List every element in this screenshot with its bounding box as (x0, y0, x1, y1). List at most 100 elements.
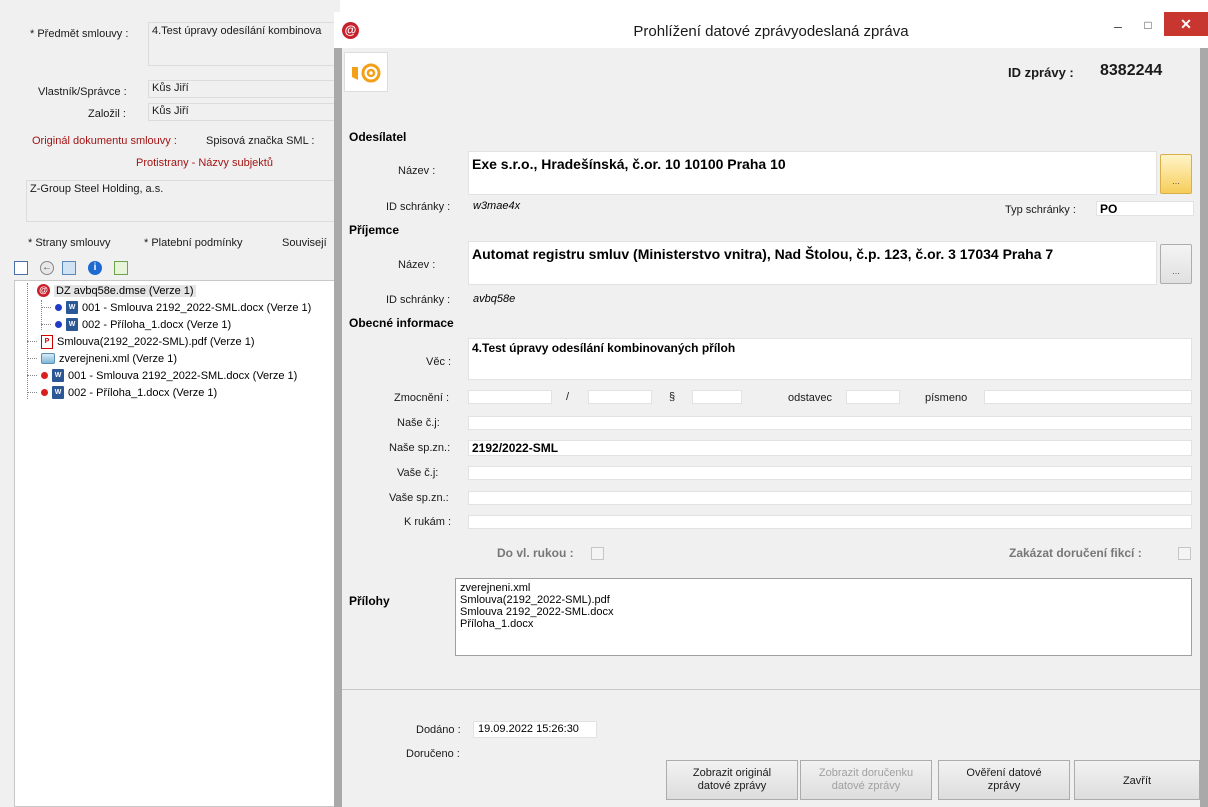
protistrany-field[interactable]: Z-Group Steel Holding, a.s. (26, 180, 340, 222)
authorization-slash: / (566, 391, 570, 403)
section-prilohy: Přílohy (349, 594, 390, 608)
title-bar[interactable]: @ Prohlížení datové zprávyodeslaná zpráv… (334, 12, 1208, 48)
authorization-odstavec-field[interactable] (846, 390, 900, 404)
krukam-field[interactable] (468, 515, 1192, 529)
recipient-name-field[interactable]: Automat registru smluv (Ministerstvo vni… (468, 241, 1157, 285)
authorization-label: Zmocnění : (394, 392, 450, 404)
document-tree[interactable]: @ DZ avbq58e.dmse (Verze 1) W 001 - Smlo… (14, 280, 340, 807)
subject-field[interactable]: 4.Test úpravy odesílání kombinovaných př… (468, 338, 1192, 380)
show-delivery-receipt-button[interactable]: Zobrazit doručenku datové zprávy (800, 760, 932, 800)
mailbox-type-field: PO (1096, 201, 1194, 216)
attachment-item[interactable]: Příloha_1.docx (460, 618, 1187, 630)
zalozil-label: Založil : (88, 108, 126, 120)
dz-message-icon: @ (37, 284, 50, 297)
do-vl-rukou-label: Do vl. rukou : (497, 546, 574, 560)
status-dot-blue (55, 304, 62, 311)
mailbox-type-label: Typ schránky : (1005, 204, 1076, 216)
verify-message-button[interactable]: Ověření datové zprávy (938, 760, 1070, 800)
message-viewer-dialog: @ Prohlížení datové zprávyodeslaná zpráv… (334, 12, 1208, 807)
vlastnik-label: Vlastník/Správce : (38, 86, 127, 98)
krukam-label: K rukám : (404, 516, 452, 528)
sender-id-field: w3mae4x (470, 199, 532, 215)
authorization-paragraph-field[interactable] (692, 390, 742, 404)
sender-name-field[interactable]: Exe s.r.o., Hradešínská, č.or. 10 10100 … (468, 151, 1157, 195)
original-label: Originál dokumentu smlouvy : (32, 135, 177, 147)
minimize-button[interactable]: – (1104, 18, 1132, 38)
button-label-line-1: Zobrazit originál (692, 767, 772, 779)
close-button[interactable]: Zavřít (1074, 760, 1200, 800)
button-label-line-2: datové zprávy (697, 780, 767, 792)
tree-item-label: Smlouva(2192_2022-SML).pdf (Verze 1) (57, 335, 255, 348)
sender-id-label: ID schránky : (386, 201, 451, 213)
tree-item-label: 002 - Příloha_1.docx (Verze 1) (82, 318, 232, 331)
attachment-item[interactable]: Smlouva 2192_2022-SML.docx (460, 606, 1187, 618)
attachment-item[interactable]: Smlouva(2192_2022-SML).pdf (460, 594, 1187, 606)
sender-browse-button[interactable]: ... (1160, 154, 1192, 194)
tree-item-dz[interactable]: @ DZ avbq58e.dmse (Verze 1) (37, 282, 196, 299)
tab-souvisejici[interactable]: Souvisejí (282, 237, 327, 249)
nase-cj-field[interactable] (468, 416, 1192, 430)
authorization-law-field[interactable] (468, 390, 552, 404)
dodano-field: 19.09.2022 15:26:30 (473, 721, 597, 738)
button-label-line-2: zprávy (987, 780, 1021, 792)
do-vl-rukou-checkbox[interactable] (591, 547, 604, 560)
authorization-pismeno-field[interactable] (984, 390, 1192, 404)
info-icon[interactable]: i (88, 261, 102, 275)
tree-item-smlouva-docx[interactable]: W 001 - Smlouva 2192_2022-SML.docx (Verz… (55, 299, 311, 316)
tree-item-zverejneni-xml[interactable]: zverejneni.xml (Verze 1) (41, 350, 177, 367)
dodano-label: Dodáno : (416, 724, 461, 736)
nase-spzn-field[interactable]: 2192/2022-SML (468, 440, 1192, 456)
status-dot-red (41, 372, 48, 379)
footer-separator (342, 689, 1200, 690)
protistrany-label: Protistrany - Názvy subjektů (136, 157, 273, 169)
message-id-value: 8382244 (1100, 62, 1163, 79)
attachments-list[interactable]: zverejneni.xml Smlouva(2192_2022-SML).pd… (455, 578, 1192, 656)
button-label-line-1: Zobrazit doručenku (818, 767, 914, 779)
vase-cj-field[interactable] (468, 466, 1192, 480)
attachment-item[interactable]: zverejneni.xml (460, 582, 1187, 594)
tab-platebni-podminky[interactable]: * Platební podmínky (144, 237, 242, 249)
vase-cj-label: Vaše č.j: (397, 467, 439, 479)
vlastnik-field[interactable]: Kůs Jiří (148, 80, 340, 98)
docx-icon: W (52, 369, 64, 382)
sender-name-label: Název : (398, 165, 436, 177)
tree-item-smlouva-pdf[interactable]: P Smlouva(2192_2022-SML).pdf (Verze 1) (41, 333, 255, 350)
tree-item-priloha-docx-2[interactable]: W 002 - Příloha_1.docx (Verze 1) (41, 384, 217, 401)
predmet-label: * Předmět smlouvy : (30, 28, 129, 40)
recipient-id-field: avbq58e (470, 292, 528, 308)
docx-icon: W (66, 301, 78, 314)
doruceno-label: Doručeno : (406, 748, 460, 760)
tree-item-label: DZ avbq58e.dmse (Verze 1) (54, 284, 196, 297)
recipient-browse-button[interactable]: ... (1160, 244, 1192, 284)
subject-label: Věc : (426, 356, 452, 368)
docx-icon: W (52, 386, 64, 399)
zalozil-field[interactable]: Kůs Jiří (148, 103, 340, 121)
docx-icon: W (66, 318, 78, 331)
maximize-button[interactable]: □ (1134, 18, 1162, 38)
document-refresh-icon[interactable] (62, 261, 76, 275)
export-icon[interactable] (114, 261, 128, 275)
xml-icon (41, 353, 55, 364)
tree-item-label: 001 - Smlouva 2192_2022-SML.docx (Verze … (68, 369, 298, 382)
show-original-message-button[interactable]: Zobrazit originál datové zprávy (666, 760, 798, 800)
data-message-logo-icon (344, 52, 388, 92)
section-odesilatel: Odesílatel (349, 130, 407, 144)
authorization-year-field[interactable] (588, 390, 652, 404)
tab-strany-smlouvy[interactable]: * Strany smlouvy (28, 237, 111, 249)
button-label-line-1: Ověření datové (966, 767, 1042, 779)
tree-item-label: zverejneni.xml (Verze 1) (59, 352, 177, 365)
tree-toolbar: ← i (0, 257, 340, 279)
vase-spzn-field[interactable] (468, 491, 1192, 505)
tree-item-label: 001 - Smlouva 2192_2022-SML.docx (Verze … (82, 301, 312, 314)
tree-item-smlouva-docx-2[interactable]: W 001 - Smlouva 2192_2022-SML.docx (Verz… (41, 367, 297, 384)
predmet-field[interactable]: 4.Test úpravy odesílání kombinova (148, 22, 340, 66)
dialog-content: ID zprávy : 8382244 Odesílatel Název : E… (342, 48, 1200, 807)
close-window-button[interactable]: ✕ (1164, 12, 1208, 36)
zakazat-fikce-checkbox[interactable] (1178, 547, 1191, 560)
back-icon[interactable]: ← (40, 261, 54, 275)
window-title: Prohlížení datové zprávyodeslaná zpráva (633, 23, 909, 40)
nase-cj-label: Naše č.j: (397, 417, 440, 429)
close-button-label: Zavřít (1122, 775, 1152, 787)
list-icon[interactable] (14, 261, 28, 275)
tree-item-priloha-docx[interactable]: W 002 - Příloha_1.docx (Verze 1) (55, 316, 231, 333)
